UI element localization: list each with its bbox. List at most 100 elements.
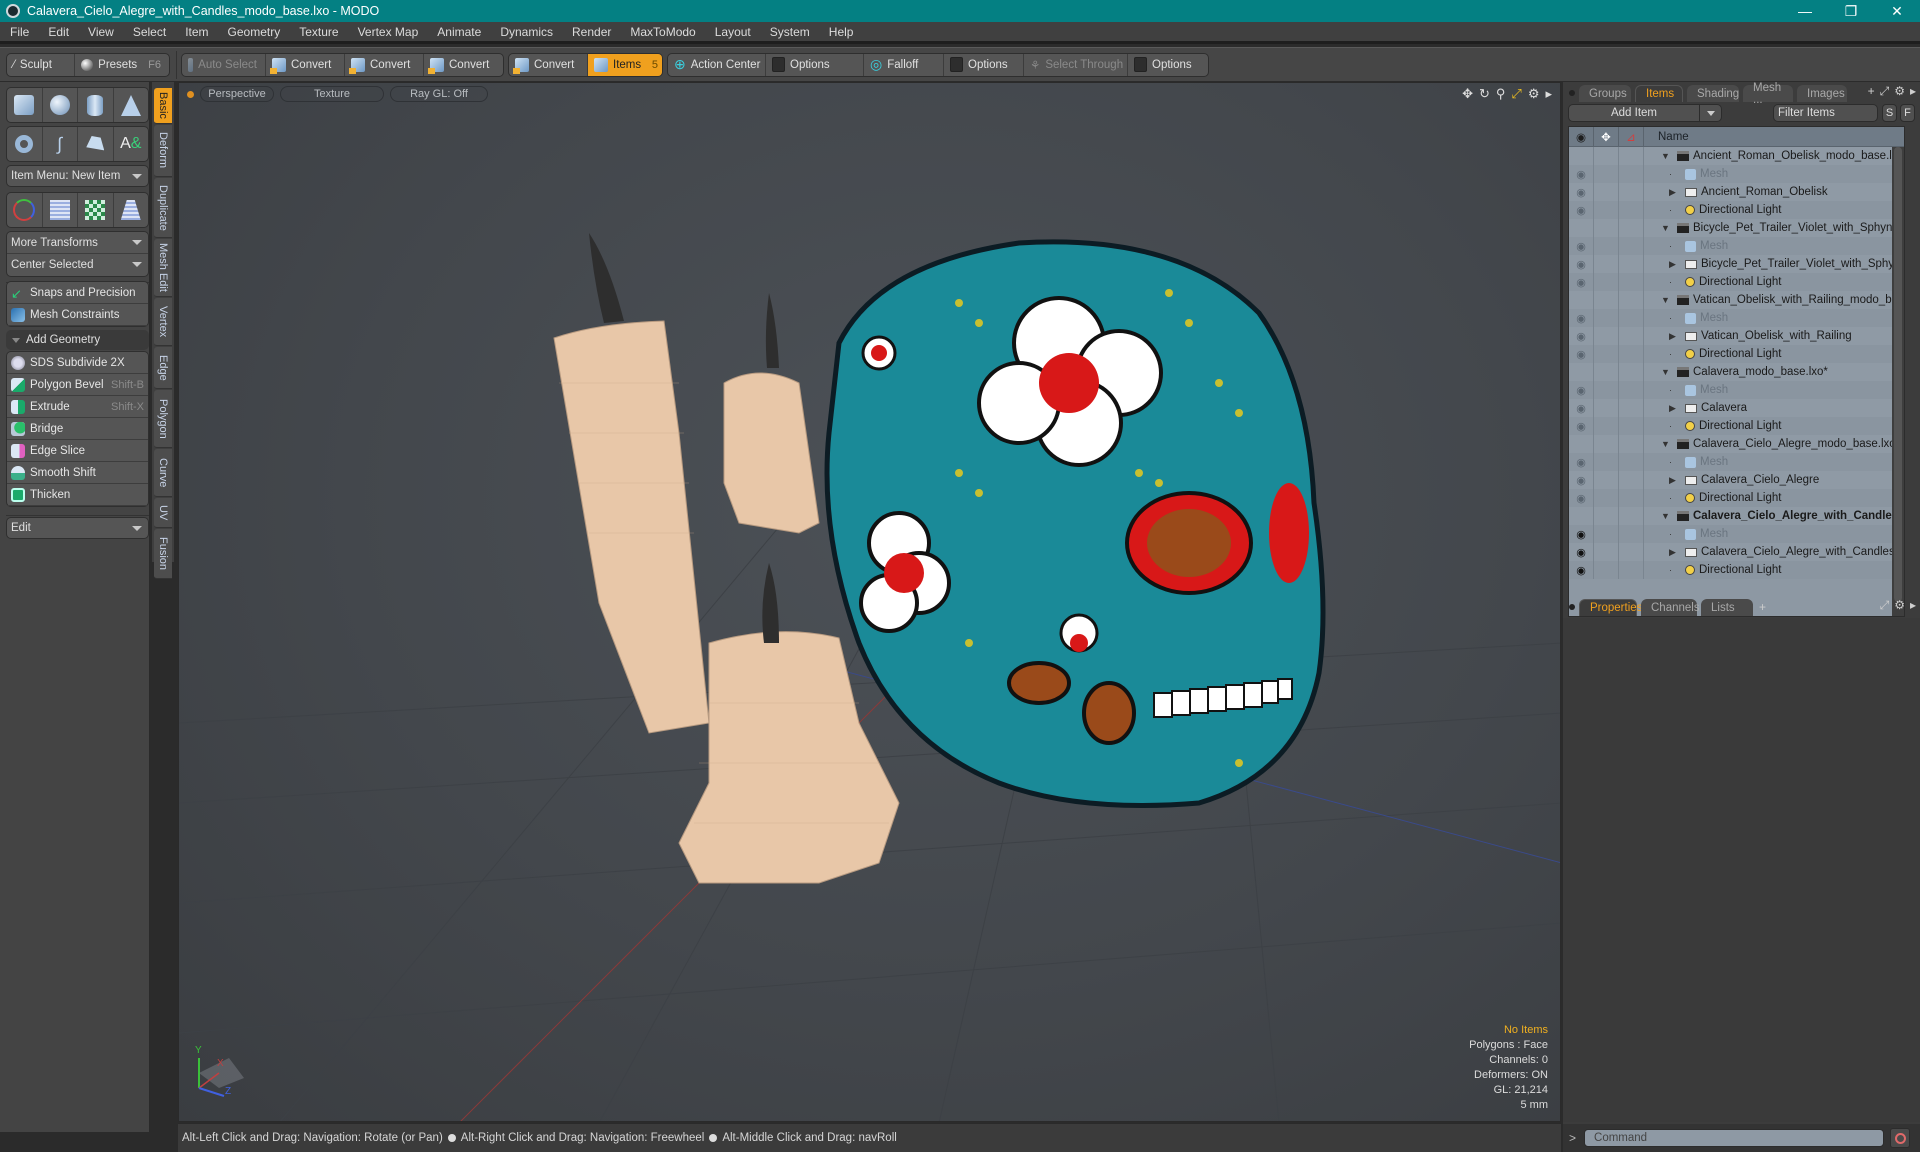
maximize-viewport-icon[interactable]: ⤢ xyxy=(1511,86,1521,102)
shading-mode-button[interactable]: Texture xyxy=(280,86,384,102)
tree-row-scene[interactable]: ▼ Calavera_Cielo_Alegre_modo_base.lxo* xyxy=(1569,435,1904,453)
tree-row-group[interactable]: ◉ ▶ Bicycle_Pet_Trailer_Violet_with_Sphynx xyxy=(1569,255,1904,273)
tab-basic[interactable]: Basic xyxy=(154,88,172,124)
tree-cell[interactable] xyxy=(1569,291,1594,309)
3d-viewport[interactable]: Y X Z Perspective Texture Ray GL: Off ✥ … xyxy=(178,82,1561,1122)
menu-dynamics[interactable]: Dynamics xyxy=(490,25,562,39)
visibility-eye-icon[interactable]: ◉ xyxy=(1569,327,1594,345)
visibility-eye-column-icon[interactable]: ◉ xyxy=(1569,127,1594,147)
tree-cell[interactable] xyxy=(1594,363,1619,381)
cylinder-primitive-button[interactable] xyxy=(78,88,114,122)
menu-layout[interactable]: Layout xyxy=(705,25,760,39)
tree-cell[interactable] xyxy=(1594,471,1619,489)
tree-row-mesh[interactable]: ◉ · Mesh xyxy=(1569,381,1904,399)
tab-duplicate[interactable]: Duplicate xyxy=(154,178,172,238)
tab-edge[interactable]: Edge xyxy=(154,347,172,389)
cone-primitive-button[interactable] xyxy=(114,88,149,122)
tree-cell[interactable] xyxy=(1619,363,1644,381)
tree-cell[interactable] xyxy=(1619,471,1644,489)
item-list-scrollbar[interactable] xyxy=(1892,147,1904,616)
menu-system[interactable]: System xyxy=(760,25,819,39)
expand-triangle-icon[interactable]: ▶ xyxy=(1669,547,1681,558)
tree-row-light[interactable]: ◉ · Directional Light xyxy=(1569,417,1904,435)
tree-cell[interactable] xyxy=(1594,237,1619,255)
pan-move-icon[interactable]: ✥ xyxy=(1462,86,1473,102)
capsule-primitive-button[interactable]: ∫ xyxy=(43,127,78,161)
tab-channels[interactable]: Channels xyxy=(1641,599,1700,616)
tree-cell[interactable] xyxy=(1594,543,1619,561)
menu-file[interactable]: File xyxy=(0,25,38,39)
menu-help[interactable]: Help xyxy=(819,25,863,39)
tree-cell[interactable] xyxy=(1594,561,1619,579)
tree-cell[interactable] xyxy=(1619,147,1644,165)
tree-row-scene[interactable]: ▼ Calavera_modo_base.lxo* xyxy=(1569,363,1904,381)
convert-items-button[interactable]: Convert xyxy=(509,53,588,76)
cube-primitive-button[interactable] xyxy=(7,88,43,122)
tree-cell[interactable] xyxy=(1619,273,1644,291)
torus-primitive-button[interactable] xyxy=(7,127,43,161)
tree-row-light[interactable]: ◉ · Directional Light xyxy=(1569,273,1904,291)
menu-select[interactable]: Select xyxy=(123,25,175,39)
viewport-expand-arrow-icon[interactable]: ▸ xyxy=(1545,86,1552,102)
scrollbar-thumb[interactable] xyxy=(1894,147,1902,602)
falloff-button[interactable]: ◎ Falloff xyxy=(864,53,944,76)
falloff-options-button[interactable]: Options xyxy=(944,53,1024,76)
visibility-eye-icon[interactable]: ◉ xyxy=(1569,345,1594,363)
tree-cell[interactable] xyxy=(1619,435,1644,453)
expand-triangle-icon[interactable]: ▼ xyxy=(1661,295,1673,305)
expand-triangle-icon[interactable]: ▶ xyxy=(1669,331,1681,342)
tree-cell[interactable] xyxy=(1594,381,1619,399)
panel-gear-icon[interactable]: ⚙ xyxy=(1894,598,1905,613)
visibility-eye-icon[interactable]: ◉ xyxy=(1569,453,1594,471)
tree-cell[interactable] xyxy=(1619,417,1644,435)
tree-cell[interactable] xyxy=(1594,255,1619,273)
tree-row-group[interactable]: ◉ ▶ Vatican_Obelisk_with_Railing xyxy=(1569,327,1904,345)
tree-cell[interactable] xyxy=(1594,345,1619,363)
add-tab-icon[interactable]: + xyxy=(1759,600,1766,614)
extrude-button[interactable]: Extrude Shift-X xyxy=(7,396,148,418)
visibility-eye-icon[interactable]: ◉ xyxy=(1569,201,1594,219)
restore-button[interactable]: ❐ xyxy=(1828,0,1874,22)
tree-row-light[interactable]: ◉ · Directional Light xyxy=(1569,345,1904,363)
add-item-button[interactable]: Add Item xyxy=(1568,104,1722,122)
tree-cell[interactable] xyxy=(1594,489,1619,507)
tab-polygon[interactable]: Polygon xyxy=(154,390,172,448)
expand-triangle-icon[interactable]: ▼ xyxy=(1661,511,1673,521)
panel-gear-icon[interactable]: ⚙ xyxy=(1894,84,1905,99)
tree-cell[interactable] xyxy=(1594,327,1619,345)
tree-row-group[interactable]: ◉ ▶ Calavera_Cielo_Alegre xyxy=(1569,471,1904,489)
tree-row-mesh[interactable]: ◉ · Mesh xyxy=(1569,237,1904,255)
tree-row-group[interactable]: ◉ ▶ Calavera_Cielo_Alegre_with_Candles xyxy=(1569,543,1904,561)
tree-cell[interactable] xyxy=(1594,147,1619,165)
visibility-eye-icon[interactable]: ◉ xyxy=(1569,165,1594,183)
menu-item[interactable]: Item xyxy=(175,25,217,39)
tree-cell[interactable] xyxy=(1619,381,1644,399)
record-macro-button[interactable] xyxy=(1890,1128,1911,1148)
thicken-button[interactable]: Thicken xyxy=(7,484,148,506)
visibility-eye-icon[interactable]: ◉ xyxy=(1569,381,1594,399)
tree-row-light[interactable]: ◉ · Directional Light xyxy=(1569,489,1904,507)
tree-row-scene[interactable]: ▼ Vatican_Obelisk_with_Railing_modo_base.… xyxy=(1569,291,1904,309)
transform-column-icon[interactable]: ⊿ xyxy=(1619,127,1644,147)
viewport-gear-icon[interactable]: ⚙ xyxy=(1528,86,1540,102)
tree-cell[interactable] xyxy=(1619,219,1644,237)
tree-cell[interactable] xyxy=(1619,327,1644,345)
tree-cell[interactable] xyxy=(1619,237,1644,255)
tree-row-scene[interactable]: ▼ Calavera_Cielo_Alegre_with_Candle ... xyxy=(1569,507,1904,525)
tree-row-mesh[interactable]: ◉ · Mesh xyxy=(1569,453,1904,471)
tree-cell[interactable] xyxy=(1594,309,1619,327)
zoom-magnifier-icon[interactable]: ⚲ xyxy=(1496,86,1506,102)
visibility-eye-icon[interactable]: ◉ xyxy=(1569,471,1594,489)
tab-properties[interactable]: Properties xyxy=(1579,599,1642,616)
tree-cell[interactable] xyxy=(1594,219,1619,237)
visibility-eye-icon[interactable]: ◉ xyxy=(1569,255,1594,273)
tree-cell[interactable] xyxy=(1569,147,1594,165)
filter-items-input[interactable]: Filter Items xyxy=(1773,104,1878,122)
taper-tool-button[interactable] xyxy=(114,193,149,227)
tree-cell[interactable] xyxy=(1594,201,1619,219)
tree-cell[interactable] xyxy=(1619,255,1644,273)
tree-cell[interactable] xyxy=(1619,399,1644,417)
tree-cell[interactable] xyxy=(1619,201,1644,219)
items-mode-button[interactable]: Items 5 xyxy=(588,53,662,76)
expand-triangle-icon[interactable]: ▶ xyxy=(1669,187,1681,198)
